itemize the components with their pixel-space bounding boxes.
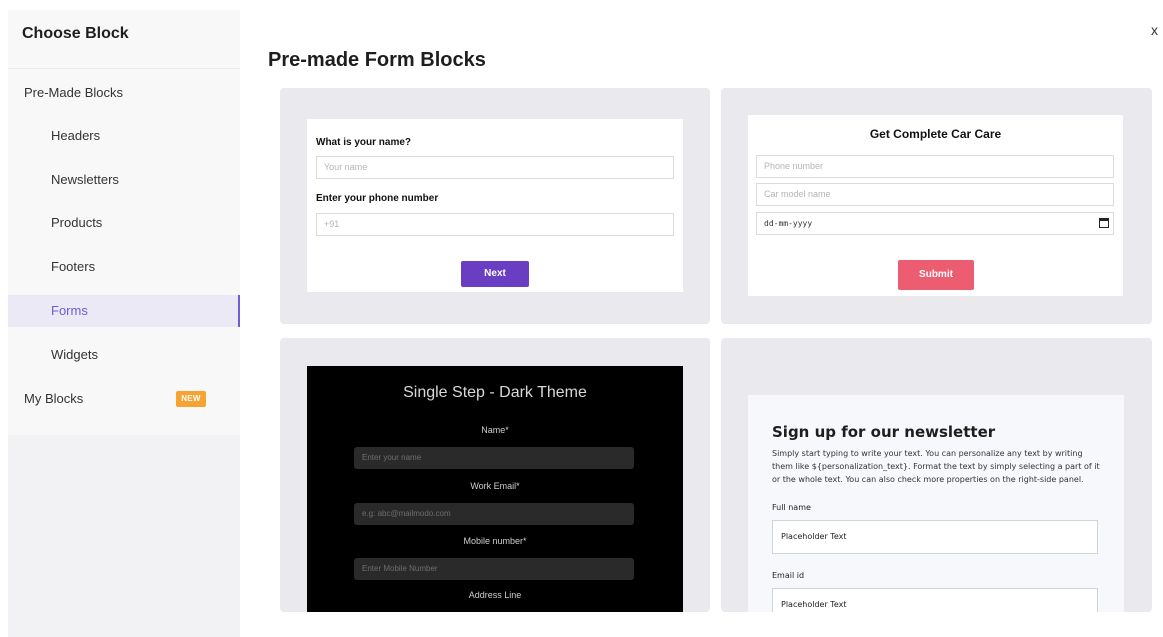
email-input: Placeholder Text	[772, 588, 1098, 612]
form-title: Sign up for our newsletter	[772, 423, 996, 441]
car-model-input: Car model name	[756, 183, 1114, 206]
sidebar-empty-area	[8, 435, 240, 637]
phone-input: Phone number	[756, 155, 1114, 178]
form-preview: Single Step - Dark Theme Name* Enter you…	[307, 366, 683, 612]
form-title: Single Step - Dark Theme	[403, 384, 587, 401]
form-block-card-dark-theme[interactable]: Single Step - Dark Theme Name* Enter you…	[280, 338, 710, 612]
sidebar-section-premade[interactable]: Pre-Made Blocks	[24, 85, 123, 100]
field-label: Address Line	[468, 590, 522, 600]
sidebar-item-widgets[interactable]: Widgets	[8, 339, 240, 371]
date-placeholder: dd-mm-yyyy	[764, 219, 813, 228]
submit-button: Submit	[898, 260, 974, 290]
form-block-card-newsletter[interactable]: Sign up for our newsletter Simply start …	[721, 338, 1152, 612]
page-title: Pre-made Form Blocks	[268, 49, 486, 71]
form-preview: Sign up for our newsletter Simply start …	[748, 395, 1124, 612]
mobile-input: Enter Mobile Number	[354, 558, 634, 580]
field-label: Full name	[772, 503, 811, 512]
sidebar-divider	[8, 68, 240, 69]
sidebar-title: Choose Block	[22, 25, 129, 42]
next-button: Next	[461, 261, 529, 287]
sidebar-item-forms[interactable]: Forms	[8, 295, 240, 327]
field-label: Name*	[481, 425, 509, 435]
calendar-icon	[1099, 218, 1109, 228]
form-block-card-car-care[interactable]: Get Complete Car Care Phone number Car m…	[721, 88, 1152, 324]
question-label: Enter your phone number	[316, 193, 439, 204]
field-label: Mobile number*	[463, 536, 527, 546]
name-input: Enter your name	[354, 447, 634, 469]
sidebar-item-headers[interactable]: Headers	[8, 120, 240, 152]
phone-input: +91	[316, 213, 674, 236]
form-block-card-name-phone[interactable]: What is your name? Your name Enter your …	[280, 88, 710, 324]
form-preview: Get Complete Car Care Phone number Car m…	[748, 115, 1123, 296]
form-title: Get Complete Car Care	[869, 127, 1002, 141]
email-input: e.g: abc@mailmodo.com	[354, 503, 634, 525]
form-preview: What is your name? Your name Enter your …	[307, 119, 683, 292]
date-field: dd-mm-yyyy	[756, 212, 1114, 235]
name-input: Your name	[316, 156, 674, 179]
question-label: What is your name?	[316, 137, 412, 148]
sidebar: Choose Block Pre-Made Blocks Headers New…	[8, 10, 240, 637]
sidebar-section-myblocks[interactable]: My Blocks	[24, 391, 83, 406]
sidebar-item-footers[interactable]: Footers	[8, 251, 240, 283]
new-badge: NEW	[176, 391, 206, 407]
close-icon[interactable]: x	[1151, 22, 1158, 38]
full-name-input: Placeholder Text	[772, 520, 1098, 554]
sidebar-item-products[interactable]: Products	[8, 207, 240, 239]
sidebar-item-newsletters[interactable]: Newsletters	[8, 164, 240, 196]
form-description: Simply start typing to write your text. …	[772, 449, 1100, 484]
field-label: Email id	[772, 571, 805, 580]
field-label: Work Email*	[470, 481, 520, 491]
